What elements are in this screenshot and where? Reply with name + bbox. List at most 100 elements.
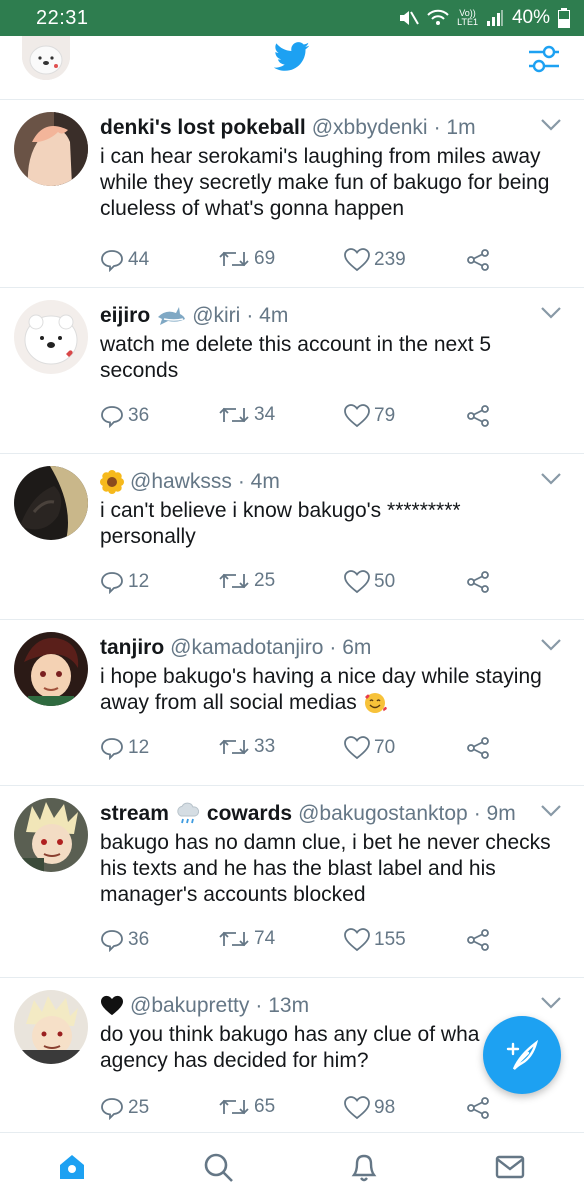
battery-icon	[558, 8, 570, 28]
like-button[interactable]: 98	[344, 1096, 395, 1120]
retweet-count: 34	[254, 404, 276, 425]
retweet-button[interactable]: 69	[218, 248, 275, 270]
reply-button[interactable]: 44	[100, 248, 149, 272]
retweet-icon	[219, 407, 249, 423]
network-label-bottom: LTE1	[457, 17, 478, 27]
tweet-handle[interactable]: @kamadotanjiro	[170, 634, 323, 662]
tweet-avatar[interactable]	[14, 990, 88, 1064]
retweet-button[interactable]: 33	[218, 736, 275, 758]
like-button[interactable]: 239	[344, 248, 406, 272]
tweet-time: · 1m	[433, 116, 476, 139]
reply-button[interactable]: 36	[100, 404, 149, 428]
share-button[interactable]	[466, 404, 490, 428]
top-header	[0, 36, 584, 100]
like-count: 239	[374, 249, 406, 270]
share-button[interactable]	[466, 1096, 490, 1120]
signal-icon	[486, 10, 503, 26]
tweet-handle[interactable]: @bakupretty	[130, 992, 249, 1020]
reply-button[interactable]: 36	[100, 928, 149, 952]
tweet-handle[interactable]: @hawksss	[130, 468, 232, 496]
chevron-down-icon[interactable]	[540, 306, 562, 320]
reply-icon	[101, 250, 123, 272]
chevron-down-icon[interactable]	[540, 118, 562, 132]
tweet-avatar[interactable]	[14, 632, 88, 706]
tweet-author-name-part1[interactable]: stream	[100, 800, 169, 828]
sliders-icon[interactable]	[525, 42, 563, 76]
like-count: 98	[374, 1097, 396, 1118]
retweet-count: 33	[254, 736, 276, 757]
messages-envelope-icon[interactable]	[494, 1151, 526, 1183]
tweet-actions: 36 74 155	[100, 928, 500, 954]
like-count: 79	[374, 405, 396, 426]
tweet-handle[interactable]: @xbbydenki	[312, 114, 428, 142]
tweet-avatar[interactable]	[14, 798, 88, 872]
tweet-time: · 4m	[237, 470, 280, 493]
share-button[interactable]	[466, 248, 490, 272]
twitter-bird-icon[interactable]	[274, 42, 310, 72]
tweet-body: tanjiro @kamadotanjiro · 6m i hope bakug…	[100, 634, 562, 716]
reply-icon	[101, 738, 123, 760]
tweet-handle[interactable]: @bakugostanktop	[298, 800, 468, 828]
tweet[interactable]: @hawksss · 4m i can't believe i know bak…	[0, 454, 584, 620]
like-button[interactable]: 79	[344, 404, 395, 428]
retweet-button[interactable]: 74	[218, 928, 275, 950]
tweet[interactable]: eijiro @kiri · 4m watch me delete this a…	[0, 288, 584, 454]
status-time: 22:31	[36, 6, 89, 29]
tweet-avatar[interactable]	[14, 466, 88, 540]
tweet-text: bakugo has no damn clue, i bet he never …	[100, 831, 551, 906]
tweet-handle[interactable]: @kiri	[192, 302, 240, 330]
tweet-avatar[interactable]	[14, 300, 88, 374]
profile-avatar[interactable]	[22, 36, 70, 80]
tweet-avatar[interactable]	[14, 112, 88, 186]
tweet[interactable]: stream cowards @bakugostanktop · 9m baku…	[0, 786, 584, 978]
share-button[interactable]	[466, 928, 490, 952]
tweet-author-name[interactable]: tanjiro	[100, 634, 164, 662]
chevron-down-icon[interactable]	[540, 804, 562, 818]
share-icon	[467, 249, 489, 271]
retweet-button[interactable]: 65	[218, 1096, 275, 1118]
search-icon[interactable]	[202, 1151, 234, 1183]
status-bar: 22:31 Vo)) LTE1 40%	[0, 0, 584, 36]
tweet-actions: 25 65 98	[100, 1096, 500, 1122]
reply-icon	[101, 1098, 123, 1120]
chevron-down-icon[interactable]	[540, 472, 562, 486]
share-icon	[467, 571, 489, 593]
compose-feather-icon	[506, 1039, 539, 1070]
retweet-icon	[219, 931, 249, 947]
tweet[interactable]: denki's lost pokeball @xbbydenki · 1m i …	[0, 100, 584, 288]
tweet-body: stream cowards @bakugostanktop · 9m baku…	[100, 800, 562, 908]
compose-tweet-button[interactable]	[483, 1016, 561, 1094]
tweet-text: watch me delete this account in the next…	[100, 333, 492, 382]
reply-count: 36	[128, 405, 150, 426]
notifications-bell-icon[interactable]	[348, 1151, 380, 1183]
like-button[interactable]: 70	[344, 736, 395, 760]
tweet-actions: 12 25 50	[100, 570, 500, 596]
like-button[interactable]: 50	[344, 570, 395, 594]
tweet-body: @hawksss · 4m i can't believe i know bak…	[100, 468, 562, 550]
like-button[interactable]: 155	[344, 928, 406, 952]
tweet-actions: 44 69 239	[100, 248, 500, 274]
retweet-button[interactable]: 34	[218, 404, 275, 426]
home-icon[interactable]	[56, 1151, 88, 1183]
reply-button[interactable]: 12	[100, 736, 149, 760]
sunflower-emoji	[100, 470, 124, 494]
smiling-face-with-hearts-emoji	[364, 693, 387, 714]
tweet-author-name-part2[interactable]: cowards	[207, 800, 292, 828]
tweet-time: · 13m	[255, 994, 310, 1017]
tweet[interactable]: tanjiro @kamadotanjiro · 6m i hope bakug…	[0, 620, 584, 786]
retweet-button[interactable]: 25	[218, 570, 275, 592]
heart-icon	[344, 248, 370, 272]
share-button[interactable]	[466, 736, 490, 760]
reply-count: 25	[128, 1097, 150, 1118]
tweet-header: tanjiro @kamadotanjiro · 6m	[100, 634, 562, 662]
tweet-author-name[interactable]: eijiro	[100, 302, 150, 330]
tweet-author-name[interactable]: denki's lost pokeball	[100, 114, 306, 142]
share-button[interactable]	[466, 570, 490, 594]
reply-button[interactable]: 25	[100, 1096, 149, 1120]
reply-icon	[101, 572, 123, 594]
chevron-down-icon[interactable]	[540, 638, 562, 652]
reply-button[interactable]: 12	[100, 570, 149, 594]
retweet-count: 25	[254, 570, 276, 591]
tweet-header: stream cowards @bakugostanktop · 9m	[100, 800, 562, 828]
chevron-down-icon[interactable]	[540, 996, 562, 1010]
